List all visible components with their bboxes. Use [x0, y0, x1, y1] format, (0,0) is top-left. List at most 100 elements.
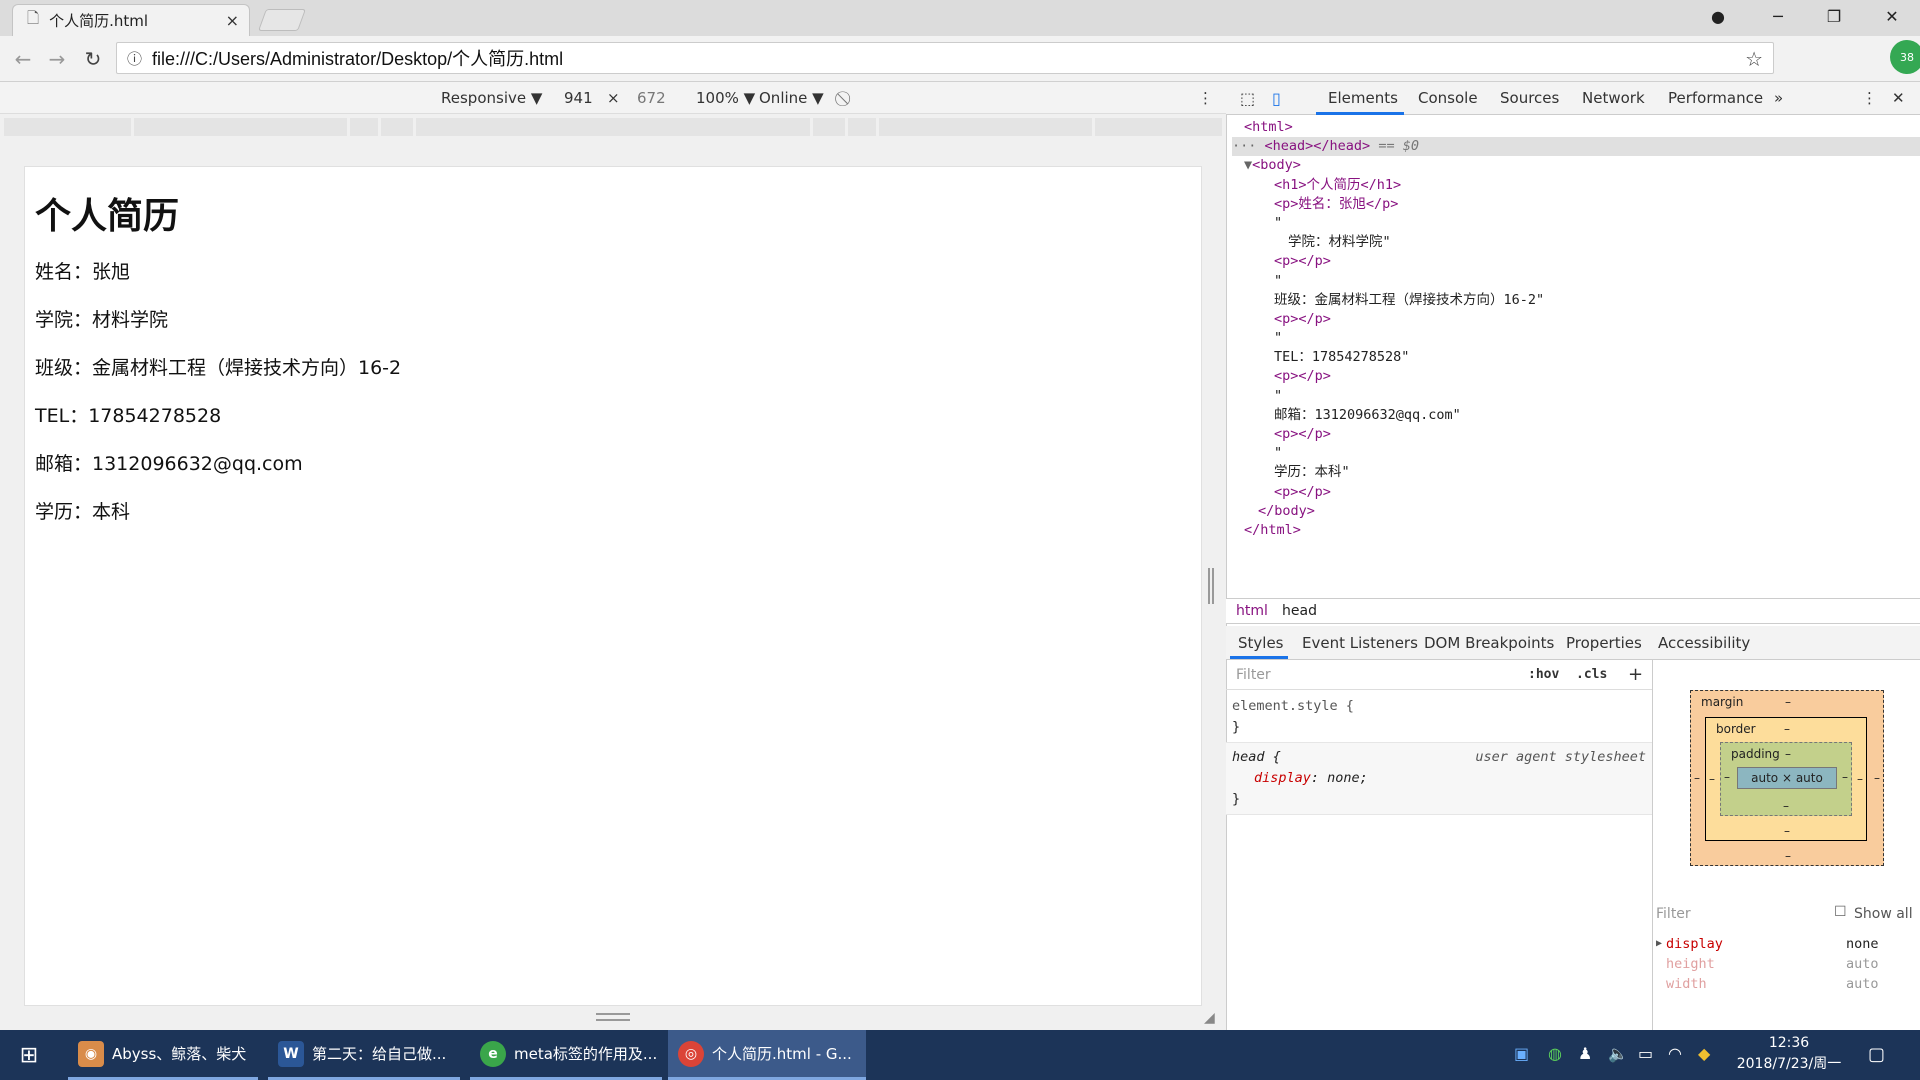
- dom-quote: ": [1274, 214, 1283, 231]
- box-padding-top: –: [1785, 747, 1791, 761]
- expand-arrow-icon[interactable]: ▶: [1656, 934, 1662, 954]
- tab-styles[interactable]: Styles: [1238, 634, 1284, 652]
- notification-icon[interactable]: ▢: [1868, 1044, 1885, 1065]
- clock-time: 12:36: [1768, 1035, 1810, 1051]
- head-rule[interactable]: head { user agent stylesheet display: no…: [1226, 743, 1652, 815]
- extension-icon[interactable]: 38: [1890, 40, 1920, 74]
- more-tabs-icon[interactable]: »: [1774, 89, 1783, 107]
- show-all-checkbox[interactable]: ☐: [1834, 904, 1847, 920]
- cls-toggle[interactable]: .cls: [1576, 667, 1607, 682]
- dom-head-node[interactable]: <head></head>: [1265, 138, 1371, 154]
- dom-p-name[interactable]: <p>姓名：张旭</p>: [1274, 196, 1398, 212]
- new-tab-button[interactable]: [257, 9, 307, 31]
- address-bar[interactable]: ⓘ file:///C:/Users/Administrator/Desktop…: [116, 42, 1774, 74]
- wechat-icon[interactable]: ◍: [1548, 1044, 1562, 1063]
- close-window-icon[interactable]: ✕: [1864, 0, 1920, 32]
- dom-p-empty[interactable]: <p></p>: [1274, 426, 1331, 442]
- network-select[interactable]: Online ▼: [759, 89, 824, 107]
- close-devtools-icon[interactable]: ✕: [1892, 89, 1905, 107]
- dom-text-college[interactable]: 学院：材料学院": [1288, 234, 1391, 250]
- tab-sources[interactable]: Sources: [1500, 89, 1559, 107]
- computed-row[interactable]: ▶ display none: [1656, 934, 1920, 954]
- dom-p-empty[interactable]: <p></p>: [1274, 311, 1331, 327]
- forward-icon[interactable]: →: [44, 46, 70, 72]
- tab-console[interactable]: Console: [1418, 89, 1478, 107]
- devtools-menu-icon[interactable]: ⋮: [1862, 89, 1877, 107]
- dom-ellipsis[interactable]: ···: [1232, 138, 1265, 154]
- wifi-icon[interactable]: ◠: [1668, 1044, 1682, 1063]
- battery-icon[interactable]: ▭: [1638, 1044, 1653, 1063]
- people-icon[interactable]: ▣: [1514, 1044, 1529, 1063]
- tab-dom-breakpoints[interactable]: DOM Breakpoints: [1424, 634, 1554, 652]
- browser-tab[interactable]: 🗋 个人简历.html ×: [12, 4, 250, 36]
- tab-performance[interactable]: Performance: [1668, 89, 1763, 107]
- tab-properties[interactable]: Properties: [1566, 634, 1642, 652]
- taskbar-item-browser[interactable]: e meta标签的作用及...: [470, 1030, 662, 1080]
- tab-accessibility[interactable]: Accessibility: [1658, 634, 1750, 652]
- dom-text-email[interactable]: 邮箱：1312096632@qq.com": [1274, 407, 1461, 423]
- dom-html-open[interactable]: <html>: [1244, 119, 1293, 135]
- security-icon[interactable]: ◆: [1698, 1044, 1710, 1063]
- dom-text-tel[interactable]: TEL：17854278528": [1274, 349, 1409, 365]
- element-style-rule[interactable]: element.style { }: [1226, 692, 1652, 743]
- restore-icon[interactable]: ❐: [1806, 0, 1862, 32]
- dom-p-empty[interactable]: <p></p>: [1274, 253, 1331, 269]
- more-options-icon[interactable]: ⋮: [1198, 89, 1213, 107]
- zoom-select[interactable]: 100% ▼: [696, 89, 755, 107]
- display-property[interactable]: display: [1254, 770, 1311, 786]
- dom-text-education[interactable]: 学历：本科": [1274, 464, 1350, 480]
- expand-triangle-icon[interactable]: ▼: [1244, 157, 1252, 173]
- close-tab-icon[interactable]: ×: [226, 11, 239, 30]
- add-rule-icon[interactable]: +: [1628, 664, 1643, 685]
- tab-title: 个人简历.html: [49, 12, 148, 30]
- box-margin-label: margin: [1701, 695, 1744, 709]
- box-border-left: –: [1709, 772, 1715, 786]
- inspect-element-icon[interactable]: ⬚: [1240, 89, 1255, 108]
- media-query-bar[interactable]: [4, 118, 1223, 136]
- viewport-width[interactable]: 941: [564, 89, 593, 107]
- dom-text-class[interactable]: 班级：金属材料工程（焊接技术方向）16-2": [1274, 292, 1544, 308]
- box-model-diagram[interactable]: margin – – – – border – – – – padding – …: [1690, 690, 1884, 866]
- viewport-resize-handle-right[interactable]: [1208, 568, 1214, 604]
- taskbar-item-word[interactable]: W 第二天：给自己做...: [268, 1030, 460, 1080]
- breadcrumb-head[interactable]: head: [1282, 603, 1317, 619]
- back-icon[interactable]: ←: [10, 46, 36, 72]
- computed-filter-input[interactable]: Filter: [1656, 906, 1691, 922]
- viewport-resize-corner[interactable]: ◢: [1204, 1010, 1215, 1026]
- dom-html-close[interactable]: </html>: [1244, 522, 1301, 538]
- device-mode-select[interactable]: Responsive ▼: [441, 89, 542, 107]
- profile-icon[interactable]: ●: [1690, 0, 1746, 32]
- minimize-icon[interactable]: ─: [1750, 0, 1806, 32]
- bookmark-star-icon[interactable]: ☆: [1745, 47, 1763, 71]
- device-toggle-icon[interactable]: ▯: [1272, 89, 1281, 108]
- resume-class: 班级：金属材料工程（焊接技术方向）16-2: [35, 357, 402, 379]
- qq-icon[interactable]: ♟: [1578, 1044, 1592, 1063]
- styles-filter-input[interactable]: Filter: [1236, 667, 1271, 683]
- rule-close-brace: }: [1232, 719, 1241, 735]
- dom-h1[interactable]: <h1>个人简历</h1>: [1274, 177, 1401, 193]
- viewport-height[interactable]: 672: [637, 89, 666, 107]
- tab-event-listeners[interactable]: Event Listeners: [1302, 634, 1418, 652]
- dom-p-empty[interactable]: <p></p>: [1274, 484, 1331, 500]
- taskbar-item-chrome[interactable]: ◎ 个人简历.html - G...: [668, 1030, 866, 1080]
- tab-elements[interactable]: Elements: [1328, 89, 1398, 107]
- dom-tree[interactable]: <html> ··· <head></head> == $0 ▼<body> <…: [1232, 118, 1920, 540]
- hov-toggle[interactable]: :hov: [1528, 667, 1559, 682]
- dom-body-close[interactable]: </body>: [1258, 503, 1315, 519]
- reload-icon[interactable]: ↻: [80, 46, 106, 72]
- start-button[interactable]: ⊞: [0, 1030, 58, 1080]
- taskbar-item-qq-group[interactable]: ◉ Abyss、鲸落、柴犬: [68, 1030, 258, 1080]
- volume-icon[interactable]: 🔈: [1608, 1044, 1628, 1063]
- tab-network[interactable]: Network: [1582, 89, 1645, 107]
- rule-source: user agent stylesheet: [1475, 749, 1646, 765]
- computed-row[interactable]: width auto: [1660, 974, 1920, 994]
- dom-p-empty[interactable]: <p></p>: [1274, 368, 1331, 384]
- info-icon[interactable]: ⓘ: [127, 48, 142, 69]
- dom-body-open[interactable]: <body>: [1252, 157, 1301, 173]
- system-clock[interactable]: 12:36 2018/7/23/周一: [1732, 1033, 1846, 1075]
- breadcrumb-html[interactable]: html: [1236, 603, 1268, 619]
- pane-divider[interactable]: [1652, 660, 1653, 1030]
- computed-row[interactable]: height auto: [1660, 954, 1920, 974]
- display-value[interactable]: : none;: [1311, 770, 1368, 786]
- viewport-resize-handle-bottom[interactable]: [596, 1013, 630, 1021]
